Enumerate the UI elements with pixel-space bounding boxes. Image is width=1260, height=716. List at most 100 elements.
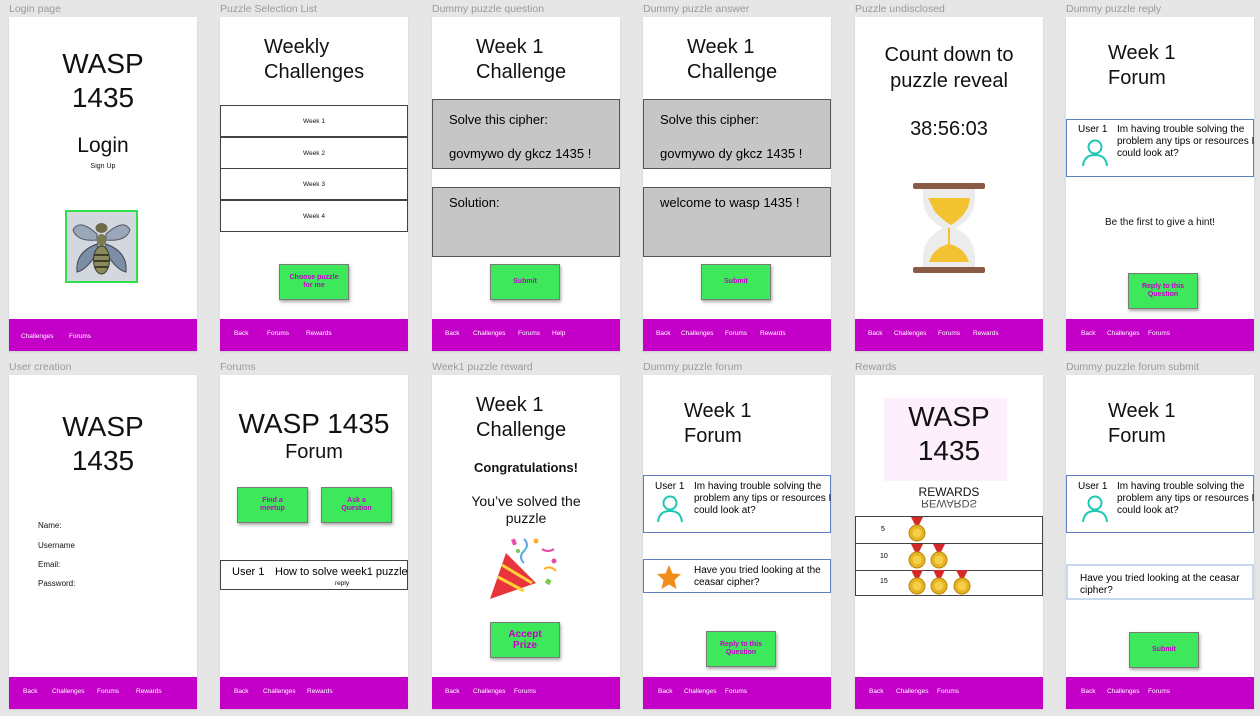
app-title: WASP 1435 <box>238 408 390 439</box>
nav-forums[interactable]: Forums <box>267 330 289 337</box>
bottom-nav: Back Challenges Forums Rewards <box>855 319 1043 351</box>
forum-post-row[interactable]: User 1 How to solve week1 puzzle reply <box>220 560 408 590</box>
find-meetup-button[interactable]: Find a meetup <box>237 487 308 523</box>
nav-forums[interactable]: Forums <box>97 688 119 695</box>
frame-label: Dummy puzzle forum <box>643 361 743 373</box>
reward-count: 5 <box>881 526 885 533</box>
puzzle-answer-frame: Week 1 Challenge Solve this cipher: govmy… <box>643 17 831 351</box>
signup-link[interactable]: Sign Up <box>9 163 197 170</box>
nav-rewards[interactable]: Rewards <box>136 688 162 695</box>
bottom-nav: Back Challenges Forums Rewards <box>643 319 831 351</box>
bottom-nav: Back Challenges Forums <box>855 677 1043 709</box>
solution-box[interactable]: Solution: <box>432 187 620 257</box>
nav-back[interactable]: Back <box>445 688 459 695</box>
submit-button[interactable]: Submit <box>701 264 771 300</box>
medal-icon <box>952 570 972 600</box>
reward-count: 15 <box>880 578 888 585</box>
nav-challenges[interactable]: Challenges <box>473 688 506 695</box>
frame-label: Dummy puzzle question <box>432 3 545 15</box>
bottom-nav: Challenges Forums <box>9 319 197 351</box>
reply-button[interactable]: Reply to this Question <box>1128 273 1198 309</box>
medal-icon <box>929 570 949 600</box>
name-field[interactable]: Name: <box>38 521 62 530</box>
nav-challenges[interactable]: Challenges <box>1107 688 1140 695</box>
puzzle-forum-frame: Week 1 Forum User 1 Im having trouble sol… <box>643 375 831 709</box>
page-title: Count down to puzzle reveal <box>884 44 1014 92</box>
nav-challenges[interactable]: Challenges <box>896 688 929 695</box>
accept-prize-button[interactable]: Accept Prize <box>490 622 560 658</box>
nav-back[interactable]: Back <box>234 330 248 337</box>
reply-input[interactable]: Have you tried looking at the ceasar cip… <box>1066 564 1254 600</box>
nav-challenges[interactable]: Challenges <box>263 688 296 695</box>
nav-forums[interactable]: Forums <box>69 333 91 340</box>
password-field[interactable]: Password: <box>38 579 75 588</box>
nav-rewards[interactable]: Rewards <box>973 330 999 337</box>
nav-challenges[interactable]: Challenges <box>52 688 85 695</box>
username-field[interactable]: Username <box>38 541 75 550</box>
empty-hint-text: Be the first to give a hint! <box>1104 217 1216 228</box>
nav-back[interactable]: Back <box>23 688 37 695</box>
nav-back[interactable]: Back <box>868 330 882 337</box>
nav-challenges[interactable]: Challenges <box>1107 330 1140 337</box>
nav-back[interactable]: Back <box>1081 330 1095 337</box>
nav-help[interactable]: Help <box>552 330 565 337</box>
reply-input-text: Have you tried looking at the ceasar cip… <box>1080 573 1240 596</box>
nav-challenges[interactable]: Challenges <box>681 330 714 337</box>
nav-forums[interactable]: Forums <box>514 688 536 695</box>
page-title: Weekly Challenges <box>264 36 365 83</box>
nav-rewards[interactable]: Rewards <box>306 330 332 337</box>
puzzle-reply-frame: Week 1 Forum User 1 Im having trouble sol… <box>1066 17 1254 351</box>
week-item[interactable]: Week 4 <box>220 200 408 232</box>
nav-challenges[interactable]: Challenges <box>894 330 927 337</box>
ask-question-button[interactable]: Ask a Question <box>321 487 392 523</box>
page-title: Week 1 Forum <box>1108 400 1176 447</box>
submit-button[interactable]: Submit <box>1129 632 1199 668</box>
page-title: Week 1 Challenge <box>476 394 567 441</box>
week-item[interactable]: Week 1 <box>220 105 408 137</box>
nav-rewards[interactable]: Rewards <box>760 330 786 337</box>
nav-forums[interactable]: Forums <box>725 330 747 337</box>
submit-button[interactable]: Submit <box>490 264 560 300</box>
app-title: WASP 1435 <box>908 401 990 466</box>
nav-forums[interactable]: Forums <box>938 330 960 337</box>
nav-challenges[interactable]: Challenges <box>684 688 717 695</box>
congrats-text: Congratulations! <box>474 460 578 475</box>
rewards-table: 5 10 15 <box>855 516 1043 596</box>
nav-back[interactable]: Back <box>445 330 459 337</box>
post-user: User 1 <box>1078 481 1108 492</box>
nav-back[interactable]: Back <box>658 688 672 695</box>
nav-forums[interactable]: Forums <box>518 330 540 337</box>
question-post: User 1 Im having trouble solving the pro… <box>1066 119 1254 177</box>
nav-forums[interactable]: Forums <box>937 688 959 695</box>
countdown-timer: 38:56:03 <box>910 118 988 140</box>
nav-rewards[interactable]: Rewards <box>307 688 333 695</box>
reply-link[interactable]: reply <box>335 580 349 587</box>
bottom-nav: Back Challenges Forums <box>432 677 620 709</box>
nav-forums[interactable]: Forums <box>1148 688 1170 695</box>
email-field[interactable]: Email: <box>38 560 60 569</box>
nav-back[interactable]: Back <box>869 688 883 695</box>
nav-challenges[interactable]: Challenges <box>21 333 54 340</box>
cipher-prompt: Solve this cipher: <box>449 112 548 127</box>
week-item[interactable]: Week 3 <box>220 168 408 200</box>
frame-label: Puzzle Selection List <box>220 3 317 15</box>
solution-box[interactable]: welcome to wasp 1435 ! <box>643 187 831 257</box>
reply-button[interactable]: Reply to this Question <box>706 631 776 667</box>
choose-puzzle-button[interactable]: Choose puzzle for me <box>279 264 349 300</box>
nav-back[interactable]: Back <box>656 330 670 337</box>
nav-back[interactable]: Back <box>1081 688 1095 695</box>
bottom-nav: Back Challenges Forums <box>1066 677 1254 709</box>
week-item[interactable]: Week 2 <box>220 137 408 169</box>
nav-challenges[interactable]: Challenges <box>473 330 506 337</box>
frame-label: Forums <box>220 361 256 373</box>
frame-label: User creation <box>9 361 72 373</box>
question-post: User 1 Im having trouble solving the pro… <box>1066 475 1254 533</box>
bottom-nav: Back Challenges Rewards <box>220 677 408 709</box>
bottom-nav: Back Forums Rewards <box>220 319 408 351</box>
question-post: User 1 Im having trouble solving the pro… <box>643 475 831 533</box>
user-avatar-icon <box>655 494 685 529</box>
nav-forums[interactable]: Forums <box>1148 330 1170 337</box>
nav-forums[interactable]: Forums <box>725 688 747 695</box>
frame-label: Login page <box>9 3 61 15</box>
nav-back[interactable]: Back <box>234 688 248 695</box>
